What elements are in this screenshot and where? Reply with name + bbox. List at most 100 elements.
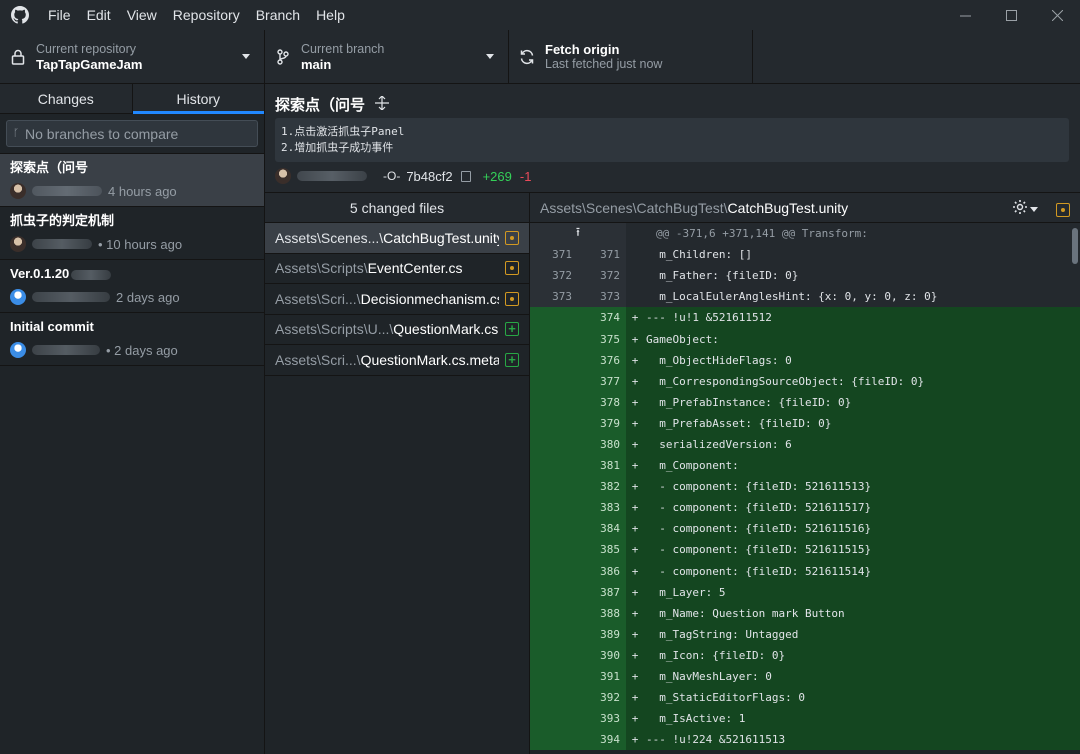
maximize-icon[interactable] (988, 0, 1034, 30)
new-line-number: 379 (600, 416, 620, 430)
code-text: m_NavMeshLayer: 0 (646, 670, 772, 684)
diff-sign: + (631, 627, 639, 641)
diff-sign: + (631, 395, 639, 409)
hunk-text: @@ -371,6 +371,141 @@ Transform: (656, 227, 868, 241)
diff-line: 392 + m_StaticEditorFlags: 0 (530, 687, 1080, 709)
diff-sign: + (631, 332, 639, 346)
code-text: - component: {fileID: 521611513} (646, 480, 872, 494)
diff-file-header: Assets\Scenes\CatchBugTest\CatchBugTest.… (530, 193, 1080, 223)
commit-list-item[interactable]: 探索点（问号 4 hours ago (0, 154, 264, 207)
diff-line: 388 + m_Name: Question mark Button (530, 602, 1080, 624)
new-line-number: 375 (600, 332, 620, 346)
fetch-label: Fetch origin (545, 42, 620, 57)
file-row[interactable]: Assets\Scenes...\CatchBugTest.unity (265, 223, 529, 254)
menu-edit[interactable]: Edit (79, 0, 119, 30)
diff-sign: + (631, 522, 639, 536)
chevron-down-icon[interactable] (1030, 207, 1038, 212)
sync-icon (509, 49, 545, 65)
commit-time: 4 hours ago (108, 183, 177, 199)
new-line-number: 391 (600, 670, 620, 684)
diff-sign: + (631, 564, 639, 578)
code-text: m_Icon: {fileID: 0} (646, 648, 786, 662)
expand-icon[interactable] (375, 95, 390, 113)
minimize-icon[interactable] (942, 0, 988, 30)
new-line-number: 385 (600, 543, 620, 557)
new-line-number: 392 (600, 691, 620, 705)
diff-line: 384 + - component: {fileID: 521611516} (530, 518, 1080, 540)
commit-icon: -O- (383, 169, 401, 183)
diff-path-dir: Assets\Scenes\CatchBugTest\ (540, 199, 728, 216)
changed-files-panel: 5 changed files Assets\Scenes...\CatchBu… (265, 193, 530, 754)
diff-line: 386 + - component: {fileID: 521611514} (530, 560, 1080, 582)
scrollbar[interactable] (1072, 228, 1078, 264)
diff-line: 380 + serializedVersion: 6 (530, 433, 1080, 456)
menu-view[interactable]: View (119, 0, 165, 30)
branch-icon: ᚴ (13, 128, 19, 139)
new-line-number: 372 (600, 269, 620, 283)
tab-changes[interactable]: Changes (0, 84, 132, 113)
code-text: --- !u!1 &521611512 (646, 311, 772, 325)
diff-line: 391 + m_NavMeshLayer: 0 (530, 665, 1080, 688)
new-line-number: 377 (600, 374, 620, 388)
repository-label: Current repository (36, 42, 137, 56)
commit-time: • 2 days ago (106, 342, 178, 358)
code-text: GameObject: (646, 332, 719, 346)
branch-compare-input[interactable]: ᚴ No branches to compare (6, 120, 258, 147)
commit-sha: 7b48cf2 (406, 168, 453, 184)
current-branch-button[interactable]: Current branch main (265, 30, 509, 84)
changed-files-header: 5 changed files (265, 193, 529, 223)
diff-line: 376 + m_ObjectHideFlags: 0 (530, 349, 1080, 371)
menu-help[interactable]: Help (308, 0, 353, 30)
toolbar: Current repository TapTapGameJam Current… (0, 30, 1080, 84)
diff-line: 379 + m_PrefabAsset: {fileID: 0} (530, 412, 1080, 434)
copy-icon[interactable] (460, 170, 471, 182)
code-text: m_Component: (646, 459, 739, 473)
commit-summary-title: 探索点（问号 (275, 97, 366, 114)
diff-line: 382 + - component: {fileID: 521611513} (530, 476, 1080, 498)
diff-sign: + (631, 374, 639, 388)
new-line-number: 381 (600, 459, 620, 473)
diff-line: 374 + --- !u!1 &521611512 (530, 307, 1080, 329)
commit-list-item[interactable]: Initial commit • 2 days ago (0, 313, 264, 366)
code-text: - component: {fileID: 521611515} (646, 543, 872, 557)
code-text: m_Layer: 5 (646, 585, 726, 599)
code-text: - component: {fileID: 521611517} (646, 501, 872, 515)
github-logo-icon (10, 5, 30, 25)
file-row[interactable]: Assets\Scri...\QuestionMark.cs.meta + (265, 345, 529, 376)
diff-sign: + (631, 437, 639, 451)
file-row[interactable]: Assets\Scripts\EventCenter.cs (265, 254, 529, 284)
code-text: m_PrefabInstance: {fileID: 0} (646, 395, 852, 409)
diff-line: 385 + - component: {fileID: 521611515} (530, 539, 1080, 561)
gear-icon[interactable] (1012, 199, 1028, 220)
old-line-number: 372 (552, 269, 572, 283)
avatar (10, 236, 26, 252)
diff-sign: + (631, 501, 639, 515)
commit-list-item[interactable]: Ver.0.1.20 2 days ago (0, 260, 264, 313)
expand-up-icon[interactable]: ⭱ (530, 223, 626, 244)
tab-history[interactable]: History (131, 84, 265, 114)
redacted-author (32, 292, 110, 302)
commit-list-item[interactable]: 抓虫子的判定机制 • 10 hours ago (0, 207, 264, 260)
diff-line: 377 + m_CorrespondingSourceObject: {fileI… (530, 370, 1080, 392)
branch-compare-placeholder: No branches to compare (25, 125, 179, 142)
menu-file[interactable]: File (40, 0, 79, 30)
diff-sign (626, 290, 644, 303)
chevron-down-icon (486, 54, 494, 59)
fetch-origin-button[interactable]: Fetch origin Last fetched just now (509, 30, 753, 84)
file-row[interactable]: Assets\Scri...\Decisionmechanism.cs (265, 284, 529, 315)
avatar (10, 183, 26, 199)
new-line-number: 378 (600, 395, 620, 409)
redacted-author (32, 345, 100, 355)
menu-repository[interactable]: Repository (165, 0, 248, 30)
old-line-number: 373 (552, 290, 572, 304)
code-text: m_PrefabAsset: {fileID: 0} (646, 416, 832, 430)
close-icon[interactable] (1034, 0, 1080, 30)
current-repository-button[interactable]: Current repository TapTapGameJam (0, 30, 265, 84)
file-row[interactable]: Assets\Scripts\U...\QuestionMark.cs + (265, 315, 529, 345)
diff-sign: + (631, 416, 639, 430)
menu-branch[interactable]: Branch (248, 0, 308, 30)
diff-sign: + (631, 459, 639, 473)
new-line-number: 380 (600, 437, 620, 451)
description-line: 1.点击激活抓虫子Panel (281, 125, 405, 138)
new-line-number: 376 (600, 353, 620, 367)
